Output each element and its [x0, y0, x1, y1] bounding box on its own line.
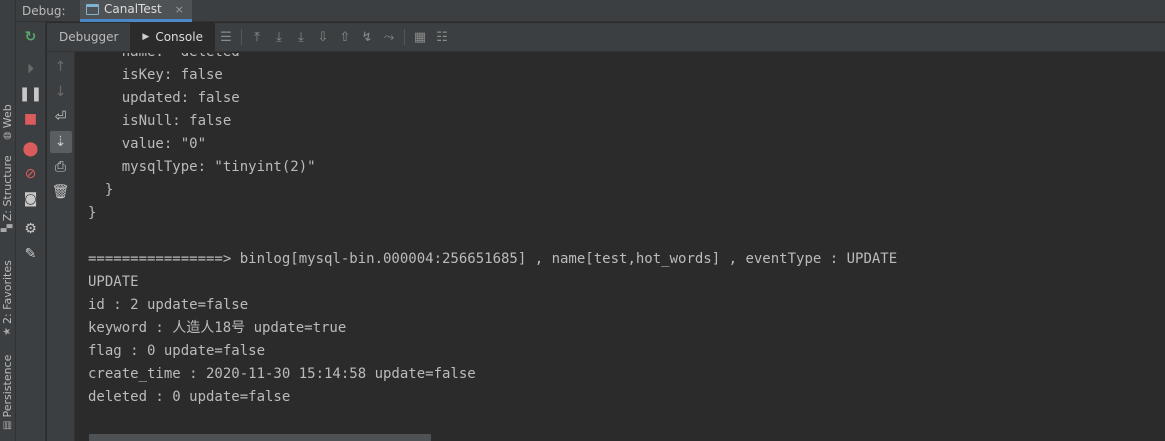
step-into-icon[interactable]: ⤓	[290, 26, 312, 48]
run-config-tab[interactable]: CanalTest ×	[80, 0, 192, 22]
console-line: updated: false	[88, 90, 240, 106]
tool-window-stripe: ◍ Web ▚ Z: Structure ★ 2: Favorites ▤ Pe…	[0, 0, 16, 441]
tab-debugger-label: Debugger	[59, 30, 119, 44]
console-line: keyword : 人造人18号 update=true	[88, 320, 347, 336]
resume-icon[interactable]: ⏵	[20, 58, 42, 80]
tab-console[interactable]: ▶ Console	[130, 22, 215, 52]
stripe-tab-favorites-label: 2: Favorites	[1, 260, 14, 325]
stripe-tab-structure-label: Z: Structure	[1, 155, 14, 222]
trace-icon[interactable]: ☷	[431, 26, 453, 48]
console-line: id : 2 update=false	[88, 297, 249, 313]
run-to-cursor-icon[interactable]: ⤳	[378, 26, 400, 48]
persistence-icon: ▤	[2, 420, 13, 430]
stripe-tab-web-label: Web	[1, 104, 14, 129]
settings-icon[interactable]: ⚙	[20, 218, 42, 240]
close-icon[interactable]: ×	[175, 3, 184, 16]
tab-console-label: Console	[155, 30, 203, 44]
pin-icon[interactable]: ✎	[20, 243, 42, 265]
pause-icon[interactable]: ❚❚	[19, 83, 42, 105]
console-output[interactable]: name: "deleted" isKey: false updated: fa…	[76, 53, 1165, 441]
stripe-tab-persistence[interactable]: ▤ Persistence	[1, 355, 14, 430]
stripe-tab-persistence-label: Persistence	[1, 354, 14, 418]
drop-frame-icon[interactable]: ↯	[356, 26, 378, 48]
console-line: deleted : 0 update=false	[88, 389, 291, 405]
console-line: create_time : 2020-11-30 15:14:58 update…	[88, 366, 476, 382]
step-over-icon[interactable]: ⤓	[268, 26, 290, 48]
console-line: UPDATE	[88, 274, 139, 290]
stripe-tab-structure[interactable]: ▚ Z: Structure	[1, 155, 14, 232]
down-arrow-icon[interactable]: ↓	[50, 81, 72, 103]
debug-header: Debug: CanalTest ×	[16, 0, 1165, 22]
console-lines: name: "deleted" isKey: false updated: fa…	[88, 53, 897, 409]
soft-wrap-icon[interactable]: ⏎	[50, 106, 72, 128]
console-actions-toolbar: ↑ ↓ ⏎ ⇣ ⎙ 🗑	[47, 52, 75, 441]
run-config-tab-label: CanalTest	[104, 2, 162, 16]
tab-debugger[interactable]: Debugger	[47, 23, 130, 52]
console-icon: ▶	[142, 32, 150, 42]
console-line: }	[88, 205, 97, 221]
toolbar-separator	[240, 29, 242, 45]
print-icon[interactable]: ⎙	[50, 156, 72, 178]
stripe-tab-favorites[interactable]: ★ 2: Favorites	[1, 260, 14, 336]
console-line: flag : 0 update=false	[88, 343, 266, 359]
console-line: ================> binlog[mysql-bin.00000…	[88, 251, 898, 267]
structure-icon: ▚	[2, 224, 13, 232]
console-line: }	[88, 182, 114, 198]
camera-icon[interactable]: ◙	[20, 188, 42, 210]
debugger-tabbar: Debugger ▶ Console ☰ ⤒ ⤓ ⤓ ⇩ ⇧ ↯ ⤳ ▦ ☷	[47, 22, 1165, 52]
star-icon: ★	[2, 327, 13, 336]
mute-breakpoints-icon[interactable]: ⊘	[20, 163, 42, 185]
up-arrow-icon[interactable]: ↑	[50, 56, 72, 78]
horizontal-scrollbar[interactable]	[89, 434, 431, 441]
debug-label: Debug:	[22, 3, 66, 18]
console-line: isNull: false	[88, 113, 232, 129]
console-line: mysqlType: "tinyint(2)"	[88, 159, 316, 175]
rerun-icon[interactable]: ↻	[20, 26, 42, 48]
show-execution-point-icon[interactable]: ⤒	[246, 26, 268, 48]
view-breakpoints-icon[interactable]: ⬤	[20, 138, 42, 160]
console-line: value: "0"	[88, 136, 207, 152]
toolbar-separator	[403, 29, 405, 45]
debug-actions-toolbar: ↻ ⏵ ❚❚ ■ ⬤ ⊘ ◙ ⚙ ✎	[16, 22, 46, 441]
stripe-tab-web[interactable]: ◍ Web	[1, 104, 14, 140]
evaluate-expression-icon[interactable]: ▦	[409, 26, 431, 48]
menu-icon[interactable]: ☰	[215, 26, 237, 48]
application-icon	[86, 3, 99, 15]
console-line: isKey: false	[88, 67, 223, 83]
scroll-to-end-icon[interactable]: ⇣	[49, 131, 72, 153]
step-out-icon[interactable]: ⇧	[334, 26, 356, 48]
web-icon: ◍	[2, 131, 13, 140]
trash-icon[interactable]: 🗑	[50, 181, 72, 203]
force-step-into-icon[interactable]: ⇩	[312, 26, 334, 48]
stop-icon[interactable]: ■	[20, 108, 42, 130]
console-line: name: "deleted"	[88, 53, 897, 64]
